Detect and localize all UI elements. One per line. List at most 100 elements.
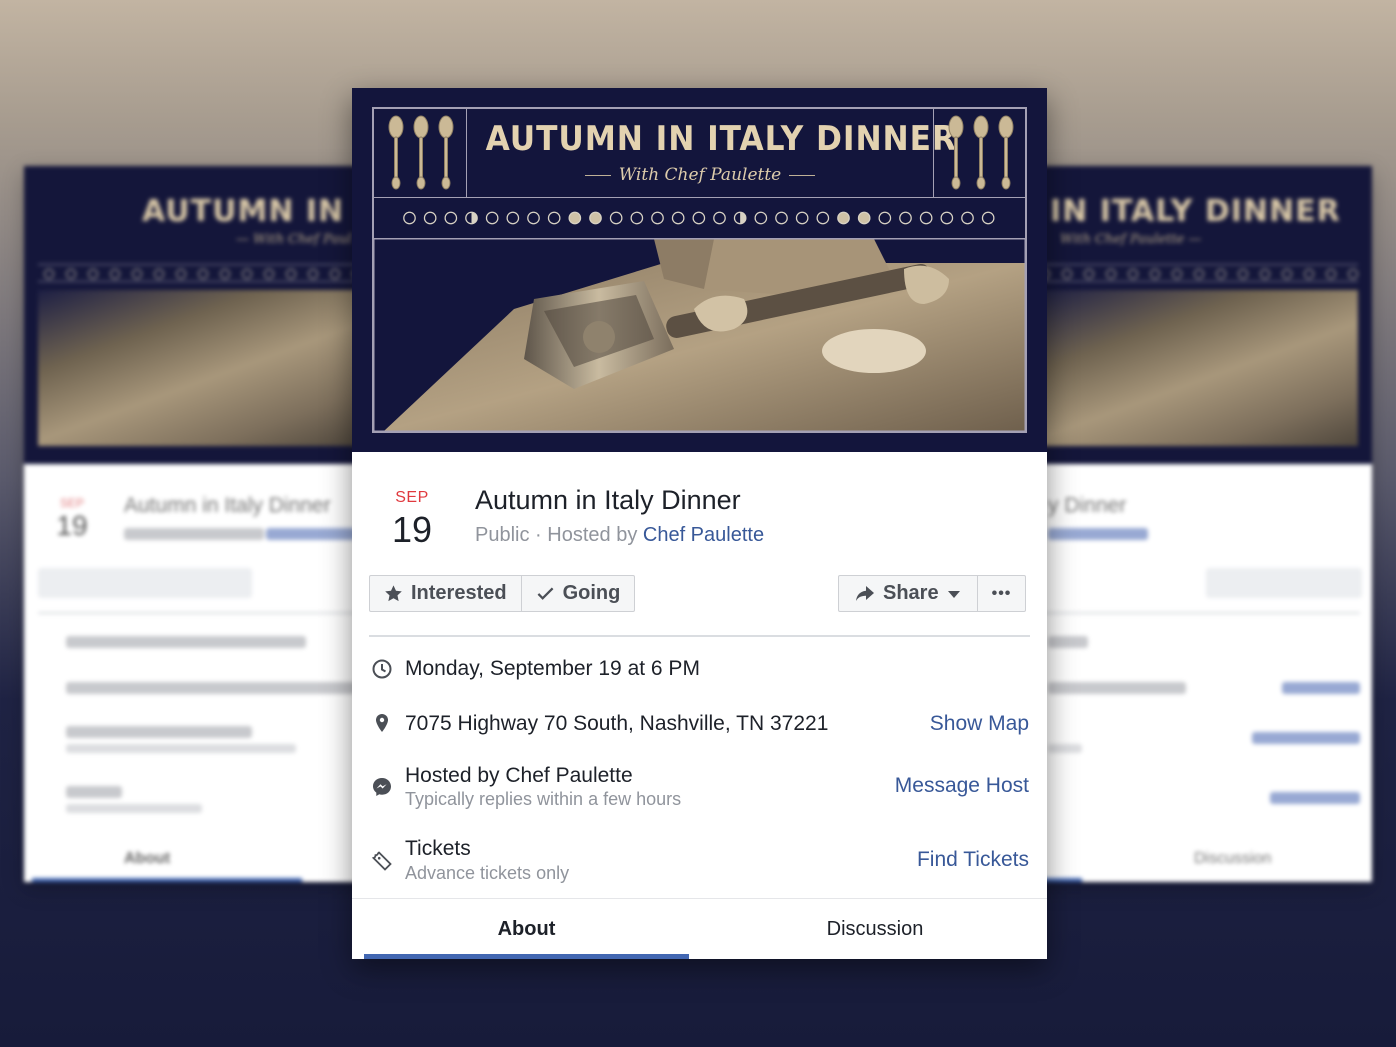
moon-phase-icon (816, 211, 830, 225)
share-button-group: Share ••• (838, 575, 1027, 612)
ticket-icon (371, 851, 392, 871)
banner-subtitle-wrap: With Chef Paulette (467, 165, 933, 185)
moon-phase-icon (568, 211, 582, 225)
background-event-title: y Dinner (1048, 494, 1127, 517)
background-banner-subtitle: — With Chef Paul (236, 232, 352, 247)
host-link[interactable]: Chef Paulette (643, 524, 764, 546)
background-row-line (66, 786, 122, 798)
background-moon-strip (38, 264, 362, 282)
background-banner: AUTUMN IN ITAL — With Chef Paul (24, 166, 376, 464)
background-event-card-right: IN ITALY DINNER With Chef Paulette — y D… (1020, 166, 1372, 882)
going-label: Going (562, 582, 621, 604)
moon-phase-icon (465, 211, 478, 225)
event-tabs: About Discussion (352, 898, 1047, 959)
background-divider (38, 612, 368, 614)
background-row-line (66, 744, 296, 753)
background-date-day: 19 (56, 510, 88, 541)
checkmark-icon (537, 587, 554, 600)
background-banner-subtitle: With Chef Paulette — (1060, 232, 1202, 247)
moon-phase-icon (671, 211, 685, 225)
star-icon (385, 585, 402, 602)
moon-phase-icon (878, 211, 892, 225)
interested-button[interactable]: Interested (370, 576, 521, 611)
moon-phase-icon (795, 211, 809, 225)
show-map-link[interactable]: Show Map (930, 712, 1029, 736)
moon-phase-icon (444, 211, 458, 225)
background-event-card-left: AUTUMN IN ITAL — With Chef Paul SEP 19 A… (24, 166, 376, 882)
background-link-line (1270, 792, 1360, 804)
share-button[interactable]: Share (839, 576, 977, 611)
moon-phase-icon (713, 211, 726, 225)
background-tab-underline (32, 878, 302, 882)
banner-subtitle: With Chef Paulette (618, 165, 782, 185)
moon-phase-icon (857, 211, 871, 225)
interested-label: Interested (411, 582, 507, 604)
moon-phase-icon (775, 211, 788, 225)
background-divider (1020, 612, 1360, 614)
rsvp-button-group: Interested Going (369, 575, 636, 612)
moon-phase-icon (630, 211, 644, 225)
host-line: Hosted by Chef Paulette (405, 764, 633, 787)
background-banner-title: AUTUMN IN ITAL (142, 194, 376, 229)
banner-title: AUTUMN IN ITALY DINNER (485, 119, 957, 159)
background-event-title: Autumn in Italy Dinner (124, 494, 331, 517)
moon-phase-icon (919, 211, 933, 225)
event-meta: Public · Hosted by Chef Paulette (475, 524, 764, 547)
tab-discussion[interactable]: Discussion (701, 899, 1049, 960)
moon-phase-icon (754, 211, 768, 225)
moon-phase-icon (547, 211, 561, 225)
background-photo (38, 290, 362, 446)
moon-phase-icon (837, 211, 850, 225)
moon-phase-icon (651, 211, 664, 225)
moon-phase-strip (374, 197, 1025, 239)
background-tab-discussion: Discussion (1194, 850, 1272, 867)
pasta-making-photo (374, 239, 1025, 431)
find-tickets-link[interactable]: Find Tickets (917, 848, 1029, 872)
background-banner: IN ITALY DINNER With Chef Paulette — (1020, 166, 1372, 464)
moon-phase-icon (899, 211, 912, 225)
moon-phase-icon (733, 211, 747, 225)
background-meta-line (124, 528, 264, 540)
moon-phase-icon (981, 211, 995, 225)
background-link-line (1252, 732, 1360, 744)
background-moon-strip (1034, 264, 1358, 282)
moon-phase-icon (589, 211, 602, 225)
background-banner-title: IN ITALY DINNER (1050, 194, 1341, 229)
event-date-day: 19 (391, 509, 433, 550)
background-host-line (266, 528, 356, 540)
hosted-by-prefix: Hosted by (547, 524, 643, 546)
event-datetime: Monday, September 19 at 6 PM (405, 657, 700, 680)
moon-phase-icon (485, 211, 499, 225)
spoons-icon (388, 115, 454, 190)
banner-frame: AUTUMN IN ITALY DINNER With Chef Paulett… (372, 107, 1027, 433)
moon-phase-icon (527, 211, 540, 225)
meta-separator: · (529, 524, 548, 546)
moon-phase-icon (609, 211, 623, 225)
moon-phase-icon (506, 211, 520, 225)
background-buttons (1206, 568, 1362, 598)
background-row-line (66, 682, 356, 694)
background-tab-about: About (124, 850, 171, 867)
background-row-line (66, 636, 306, 648)
background-row-line (1048, 636, 1088, 648)
spoons-icon (948, 115, 1014, 190)
background-host-line (1048, 528, 1148, 540)
event-cover-banner: AUTUMN IN ITALY DINNER With Chef Paulett… (352, 88, 1047, 452)
going-button[interactable]: Going (520, 576, 635, 611)
section-divider (369, 635, 1030, 637)
event-privacy: Public (475, 524, 530, 546)
moon-phase-icon (940, 211, 954, 225)
event-title: Autumn in Italy Dinner (475, 485, 741, 515)
banner-title-box: AUTUMN IN ITALY DINNER With Chef Paulett… (466, 109, 957, 197)
background-link-line (1282, 682, 1360, 694)
background-row-line (66, 726, 252, 738)
background-date-month: SEP (59, 496, 84, 510)
more-options-button[interactable]: ••• (976, 576, 1026, 611)
background-row-line (66, 804, 202, 813)
event-card: AUTUMN IN ITALY DINNER With Chef Paulett… (352, 88, 1047, 959)
moon-phase-icon (403, 211, 416, 225)
tab-about[interactable]: About (364, 899, 689, 960)
moon-phase-icon (423, 211, 437, 225)
caret-down-icon (947, 590, 960, 598)
message-host-link[interactable]: Message Host (895, 774, 1029, 798)
